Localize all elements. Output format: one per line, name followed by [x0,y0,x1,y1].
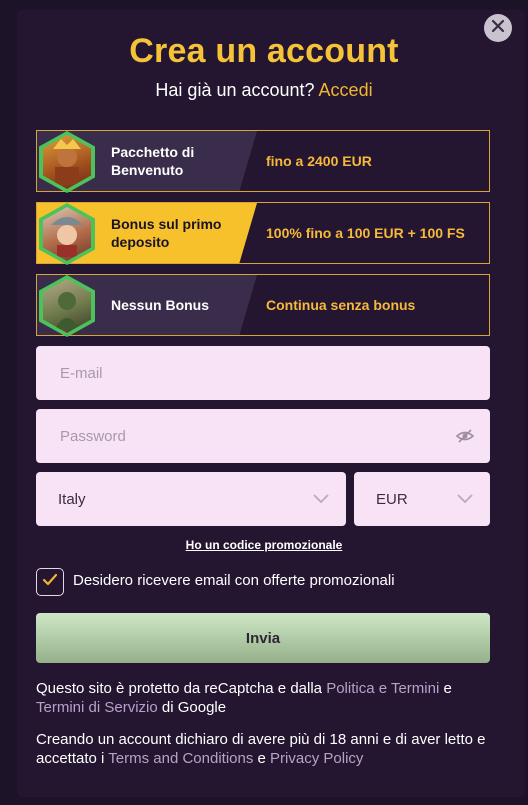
bonus-name: Nessun Bonus [111,297,210,313]
bonus-offer: 100% fino a 100 EUR + 100 FS [266,225,465,241]
login-link[interactable]: Accedi [319,80,373,100]
privacy-policy-link[interactable]: Privacy Policy [270,750,363,767]
page-title: Crea un account [129,32,399,70]
eye-icon[interactable] [455,427,475,449]
terms-and-conditions-link[interactable]: Terms and Conditions [108,750,253,767]
bonus-option-first-deposit[interactable]: Bonus sul primo deposito 100% fino a 100… [36,202,490,265]
email-field-container [36,346,490,400]
password-field[interactable] [58,426,490,446]
recaptcha-notice: Questo sito è protetto da reCaptcha e da… [36,679,496,717]
bonus-option-welcome[interactable]: Pacchetto di Benvenuto fino a 2400 EUR [36,130,490,193]
terms-of-service-link[interactable]: Termini di Servizio [36,699,158,716]
marketing-checkbox-label: Desidero ricevere email con offerte prom… [73,572,395,589]
recaptcha-suffix-text: di Google [161,699,227,716]
privacy-terms-link[interactable]: Politica e Termini [326,680,439,697]
password-field-container [36,409,490,463]
chevron-down-icon [456,491,474,508]
conjunction-text: e [443,680,452,697]
age-consent-notice: Creando un account dichiaro di avere più… [36,730,496,768]
currency-select[interactable]: EUR [354,472,490,526]
login-prompt: Hai già un account? Accedi [0,80,528,101]
conjunction-text: e [257,750,266,767]
currency-value: EUR [376,490,408,508]
promo-code-link[interactable]: Ho un codice promozionale [0,538,528,552]
country-select[interactable]: Italy [36,472,346,526]
bonus-offer: fino a 2400 EUR [266,153,372,169]
email-field[interactable] [58,363,490,383]
recaptcha-text: Questo sito è protetto da reCaptcha e da… [36,680,323,697]
login-prompt-text: Hai già un account? [155,80,315,100]
country-value: Italy [58,490,86,508]
submit-button[interactable]: Invia [36,613,490,663]
bonus-name: Pacchetto di Benvenuto [111,144,195,178]
marketing-checkbox[interactable] [36,568,64,596]
bonus-option-none[interactable]: Nessun Bonus Continua senza bonus [36,274,490,337]
bonus-offer: Continua senza bonus [266,297,416,313]
bonus-name: Bonus sul primo deposito [111,216,222,250]
chevron-down-icon [312,491,330,508]
checkmark-icon [42,573,58,592]
